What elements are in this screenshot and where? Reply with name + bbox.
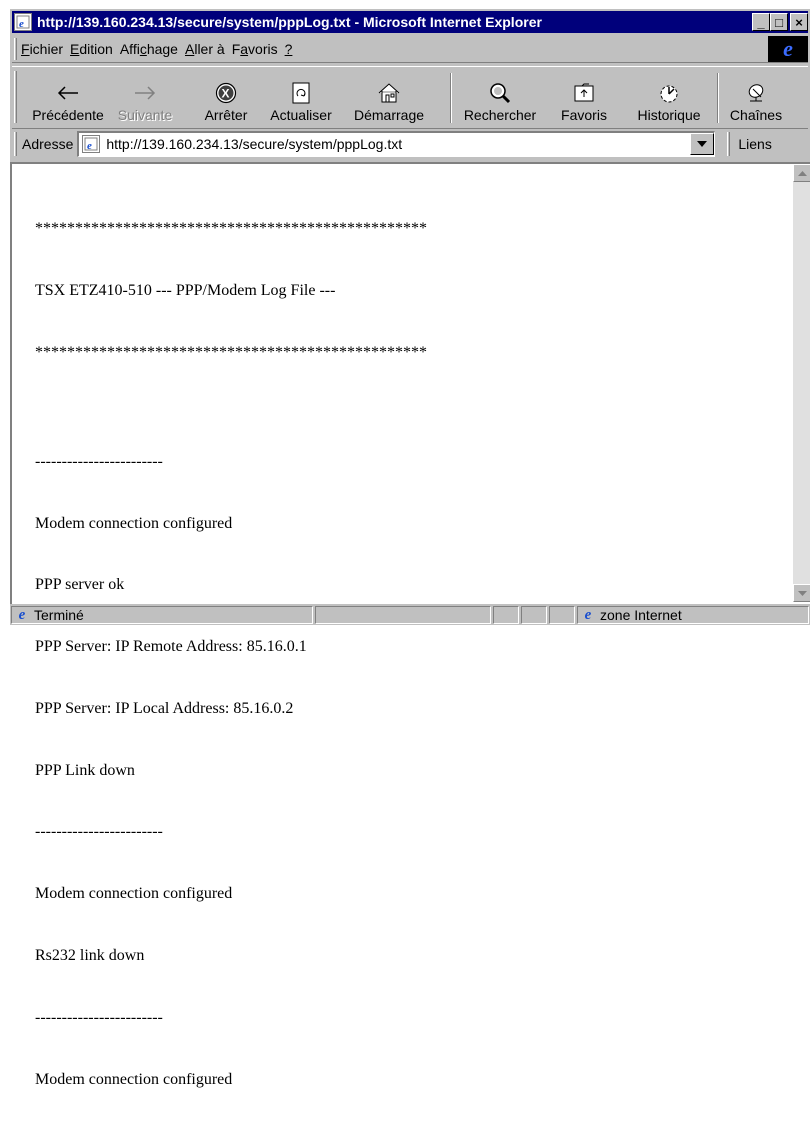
history-icon: [656, 81, 682, 105]
home-icon: [376, 81, 402, 105]
ie-page-icon: e: [14, 13, 32, 31]
ie-page-icon: e: [18, 606, 26, 623]
log-line: Rs232 link down: [35, 946, 145, 964]
status-zone-panel: e zone Internet: [577, 606, 809, 624]
address-bar: Adresse e Liens: [12, 128, 808, 158]
menu-edition[interactable]: Edition: [70, 41, 120, 57]
log-line: PPP server ok: [35, 576, 125, 594]
menu-bar: Fichier Edition Affichage Aller à Favori…: [12, 35, 808, 63]
menu-help[interactable]: ?: [285, 41, 300, 57]
scroll-up-button[interactable]: [793, 164, 810, 182]
arrow-right-icon: [132, 81, 158, 105]
log-line: ------------------------: [35, 452, 163, 470]
log-line: ------------------------: [35, 1008, 163, 1026]
status-text: Terminé: [34, 607, 84, 623]
svg-text:X: X: [222, 87, 230, 101]
maximize-button[interactable]: □: [770, 13, 788, 31]
toolbar-separator: [450, 73, 452, 123]
page-icon: e: [82, 135, 101, 153]
ie-logo: e: [768, 36, 808, 62]
refresh-button[interactable]: Actualiser: [262, 69, 340, 125]
favorites-icon: [571, 81, 597, 105]
address-grip[interactable]: [14, 131, 17, 156]
internet-zone-icon: e: [584, 606, 592, 623]
log-text: ****************************************…: [35, 178, 427, 1131]
search-icon: [487, 81, 513, 105]
maximize-icon: □: [775, 14, 783, 30]
satellite-dish-icon: [743, 81, 769, 105]
stop-icon: X: [213, 81, 239, 105]
log-line: PPP Link down: [35, 761, 135, 779]
refresh-icon: [288, 81, 314, 105]
browser-window: e http://139.160.234.13/secure/system/pp…: [9, 8, 810, 1088]
address-input[interactable]: [106, 136, 667, 152]
minimize-icon: _: [757, 14, 765, 30]
log-line: Modem connection configured: [35, 885, 233, 903]
forward-button[interactable]: Suivante: [112, 69, 178, 125]
toolbar-separator: [717, 73, 719, 123]
links-grip[interactable]: [727, 131, 731, 156]
log-line: ****************************************…: [35, 343, 427, 361]
stop-button[interactable]: X Arrêter: [196, 69, 256, 125]
log-line: TSX ETZ410-510 --- PPP/Modem Log File --…: [35, 281, 336, 299]
status-progress-panel: [315, 606, 491, 624]
address-label: Adresse: [22, 135, 74, 152]
log-line: PPP Server: IP Local Address: 85.16.0.2: [35, 699, 294, 717]
links-button[interactable]: Liens: [738, 136, 771, 152]
chevron-down-icon: [797, 590, 807, 596]
status-panel: [493, 606, 519, 624]
chevron-up-icon: [797, 170, 807, 176]
window-controls: _ □ ×: [752, 13, 808, 31]
menu-fichier[interactable]: Fichier: [21, 41, 70, 57]
address-dropdown-button[interactable]: [690, 132, 715, 155]
log-line: Modem connection configured: [35, 514, 233, 532]
svg-text:e: e: [87, 140, 92, 151]
log-line: ------------------------: [35, 823, 163, 841]
chevron-down-icon: [697, 140, 708, 147]
menu-affichage[interactable]: Affichage: [120, 41, 185, 57]
menu-grip[interactable]: [14, 37, 17, 60]
address-field[interactable]: e: [77, 130, 716, 157]
status-bar: e Terminé e zone Internet: [10, 605, 810, 625]
menu-aller[interactable]: Aller à: [185, 41, 232, 57]
log-line: ****************************************…: [35, 220, 427, 238]
window-title: http://139.160.234.13/secure/system/pppL…: [37, 14, 542, 30]
close-button[interactable]: ×: [790, 13, 808, 31]
status-text-panel: e Terminé: [11, 606, 313, 624]
home-button[interactable]: Démarrage: [344, 69, 434, 125]
title-bar: e http://139.160.234.13/secure/system/pp…: [12, 11, 808, 33]
toolbar: Précédente Suivante X Arrêter Actualiser: [12, 66, 808, 126]
menu-favoris[interactable]: Favoris: [232, 41, 285, 57]
favorites-button[interactable]: Favoris: [550, 69, 618, 125]
toolbar-grip[interactable]: [14, 71, 17, 123]
page-content: ****************************************…: [10, 162, 810, 1088]
status-panel: [549, 606, 575, 624]
channels-button[interactable]: Chaînes: [722, 69, 790, 125]
status-panel: [521, 606, 547, 624]
svg-text:e: e: [19, 18, 24, 29]
back-button[interactable]: Précédente: [26, 69, 110, 125]
scroll-down-button[interactable]: [793, 584, 810, 602]
arrow-left-icon: [55, 81, 81, 105]
log-line: Modem connection configured: [35, 1070, 233, 1088]
minimize-button[interactable]: _: [752, 13, 770, 31]
vertical-scrollbar[interactable]: [793, 164, 810, 602]
log-line: PPP Server: IP Remote Address: 85.16.0.1: [35, 638, 307, 656]
search-button[interactable]: Rechercher: [454, 69, 546, 125]
close-icon: ×: [795, 14, 803, 30]
history-button[interactable]: Historique: [626, 69, 712, 125]
zone-text: zone Internet: [600, 607, 682, 623]
